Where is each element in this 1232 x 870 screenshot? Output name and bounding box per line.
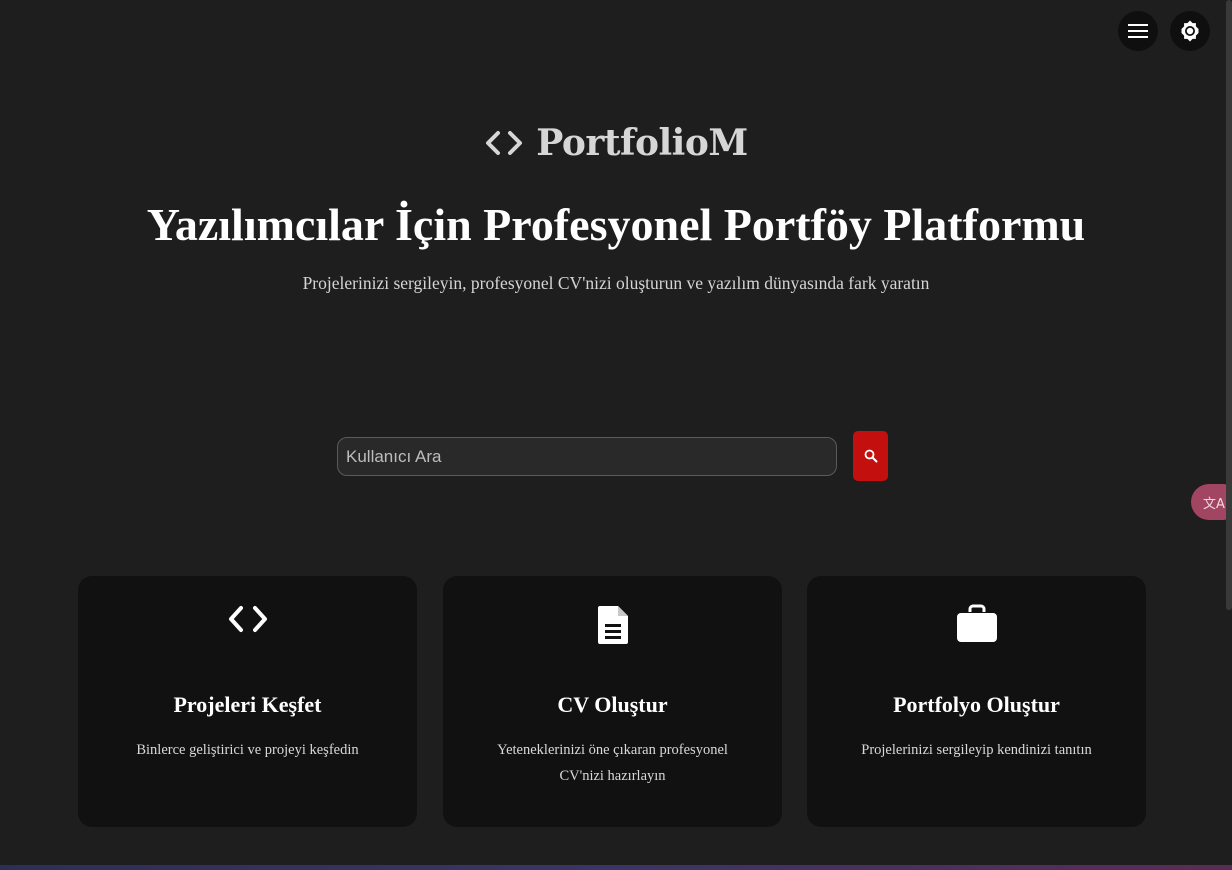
code-icon [486,131,523,155]
feature-card-create-cv[interactable]: CV Oluştur Yeteneklerinizi öne çıkaran p… [443,576,782,827]
brand-name: PortfolioM [536,122,748,164]
card-description: Projelerinizi sergileyip kendinizi tanıt… [861,742,1092,758]
card-title: Projeleri Keşfet [173,692,322,717]
brightness-icon [1181,20,1199,42]
feature-card-create-portfolio[interactable]: Portfolyo Oluştur Projelerinizi sergiley… [807,576,1146,827]
document-icon [597,606,628,644]
code-icon [228,606,267,632]
menu-button[interactable] [1118,11,1158,51]
search-button[interactable] [853,431,888,481]
translate-icon: 文A [1203,496,1225,512]
top-actions [1118,11,1210,51]
bottom-edge [0,865,1232,870]
feature-card-explore-projects[interactable]: Projeleri Keşfet Binlerce geliştirici ve… [78,576,417,827]
page-title: Yazılımcılar İçin Profesyonel Portföy Pl… [146,199,1086,250]
briefcase-icon [956,604,997,642]
user-search-input[interactable] [337,437,837,476]
card-description: Binlerce geliştirici ve projeyi keşfedin [136,742,359,758]
theme-toggle-button[interactable] [1170,11,1210,51]
brand[interactable]: PortfolioM [0,122,1232,164]
page-scrollbar[interactable] [1226,0,1232,610]
search-icon [864,449,877,463]
card-description: Yeteneklerinizi öne çıkaran profesyonel … [497,742,728,784]
card-title: CV Oluştur [557,692,668,717]
card-title: Portfolyo Oluştur [893,692,1060,717]
page-subtitle: Projelerinizi sergileyin, profesyonel CV… [302,273,930,293]
menu-icon [1128,24,1148,38]
